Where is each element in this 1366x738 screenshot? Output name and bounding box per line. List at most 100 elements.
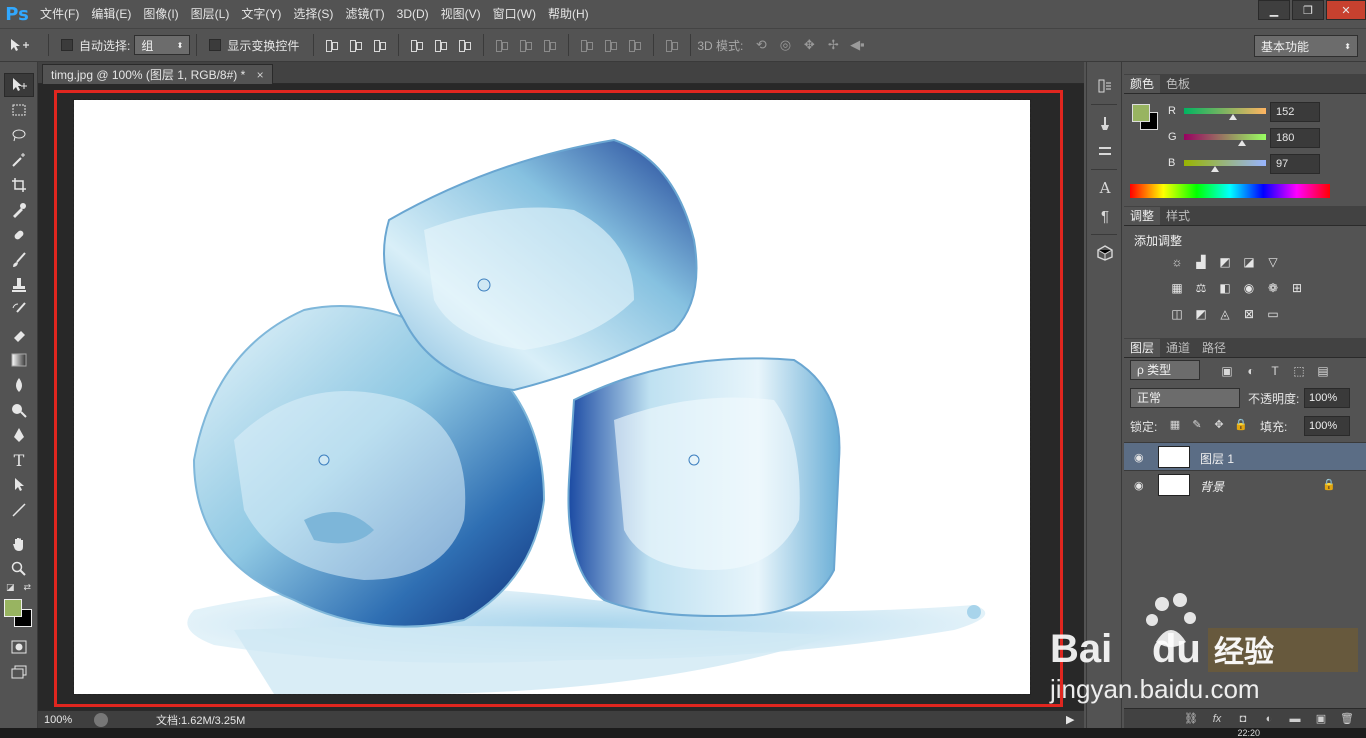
- filter-smart-object-icon[interactable]: ▤: [1316, 364, 1330, 378]
- default-colors-icon[interactable]: ◪: [6, 582, 15, 593]
- filter-type-icon[interactable]: T: [1268, 364, 1282, 378]
- path-selection-tool-icon[interactable]: [4, 473, 34, 497]
- history-panel-icon[interactable]: [1091, 74, 1119, 98]
- scale-3d-icon[interactable]: ◀▪: [848, 38, 866, 52]
- tab-styles[interactable]: 样式: [1160, 207, 1196, 225]
- curves-icon[interactable]: ◩: [1216, 254, 1234, 270]
- tab-swatches[interactable]: 色板: [1160, 75, 1196, 93]
- tab-channels[interactable]: 通道: [1160, 339, 1196, 357]
- channel-mixer-icon[interactable]: ❁: [1264, 280, 1282, 296]
- filter-adjustment-icon[interactable]: ◐: [1244, 364, 1258, 378]
- gradient-map-triangle-icon[interactable]: ▽: [1264, 254, 1282, 270]
- restore-button[interactable]: ❐: [1292, 0, 1324, 20]
- rotate-3d-icon[interactable]: ⟲: [752, 38, 770, 52]
- color-spectrum-bar[interactable]: [1130, 184, 1330, 198]
- green-slider-track[interactable]: [1184, 134, 1266, 140]
- lock-image-pixels-icon[interactable]: ✎: [1190, 418, 1204, 432]
- ice-cubes-image[interactable]: [73, 99, 1031, 695]
- menu-type[interactable]: 文字(Y): [235, 0, 287, 28]
- status-menu-arrow-icon[interactable]: ▶: [1066, 713, 1084, 726]
- clone-source-icon[interactable]: [1091, 139, 1119, 163]
- healing-brush-tool-icon[interactable]: [4, 223, 34, 247]
- menu-edit[interactable]: 编辑(E): [85, 0, 137, 28]
- distribute-right-icon[interactable]: [628, 38, 642, 52]
- menu-select[interactable]: 选择(S): [287, 0, 339, 28]
- zoom-field[interactable]: 100%: [38, 714, 86, 726]
- move-tool-icon[interactable]: [4, 73, 34, 97]
- align-vertical-center-icon[interactable]: [349, 38, 363, 52]
- tab-paths[interactable]: 路径: [1196, 339, 1232, 357]
- red-value-field[interactable]: 152: [1270, 102, 1320, 122]
- threshold-icon[interactable]: ◬: [1216, 306, 1234, 322]
- photo-filter-icon[interactable]: ◉: [1240, 280, 1258, 296]
- move-tool-preset-icon[interactable]: [0, 38, 42, 52]
- quick-mask-icon[interactable]: [4, 635, 34, 659]
- brightness-contrast-icon[interactable]: ☼: [1168, 254, 1186, 270]
- pan-3d-icon[interactable]: ✥: [800, 38, 818, 52]
- lock-transparent-pixels-icon[interactable]: ▦: [1168, 418, 1182, 432]
- lock-position-icon[interactable]: ✥: [1212, 418, 1226, 432]
- close-icon[interactable]: ×: [257, 68, 264, 82]
- menu-window[interactable]: 窗口(W): [487, 0, 542, 28]
- paragraph-panel-icon[interactable]: ¶: [1091, 204, 1119, 228]
- dodge-tool-icon[interactable]: [4, 398, 34, 422]
- color-lookup-icon[interactable]: ⊞: [1288, 280, 1306, 296]
- auto-select-dropdown[interactable]: 组 ⬍: [134, 35, 191, 55]
- tab-layers[interactable]: 图层: [1124, 339, 1161, 357]
- filter-pixel-icon[interactable]: ▣: [1220, 364, 1234, 378]
- canvas-area[interactable]: [38, 84, 1084, 710]
- layer-row[interactable]: ◉ 背景 🔒: [1124, 470, 1366, 498]
- history-brush-tool-icon[interactable]: [4, 298, 34, 322]
- new-group-icon[interactable]: ▬: [1286, 713, 1304, 725]
- opacity-field[interactable]: 100%: [1304, 388, 1350, 408]
- menu-file[interactable]: 文件(F): [34, 0, 85, 28]
- layer-row[interactable]: ◉ 图层 1: [1124, 442, 1366, 470]
- align-horizontal-center-icon[interactable]: [434, 38, 448, 52]
- hue-saturation-icon[interactable]: ▦: [1168, 280, 1186, 296]
- minimize-button[interactable]: ▁: [1258, 0, 1290, 20]
- marquee-tool-icon[interactable]: [4, 98, 34, 122]
- 3d-panel-icon[interactable]: [1091, 241, 1119, 265]
- brush-tool-icon[interactable]: [4, 248, 34, 272]
- roll-3d-icon[interactable]: ◎: [776, 38, 794, 52]
- blend-mode-dropdown[interactable]: 正常: [1130, 388, 1240, 408]
- eye-icon[interactable]: ◉: [1134, 451, 1144, 464]
- menu-help[interactable]: 帮助(H): [542, 0, 595, 28]
- eye-icon[interactable]: ◉: [1134, 479, 1144, 492]
- auto-align-layers-icon[interactable]: [665, 38, 679, 52]
- green-slider-thumb[interactable]: [1237, 140, 1246, 146]
- link-layers-icon[interactable]: ⛓: [1182, 712, 1200, 725]
- brush-presets-icon[interactable]: [1091, 111, 1119, 135]
- tab-adjustments[interactable]: 调整: [1124, 207, 1161, 225]
- menu-view[interactable]: 视图(V): [435, 0, 487, 28]
- distribute-left-icon[interactable]: [580, 38, 594, 52]
- new-layer-icon[interactable]: ▣: [1312, 712, 1330, 725]
- zoom-tool-icon[interactable]: [4, 557, 34, 581]
- show-transform-checkbox[interactable]: [209, 39, 222, 51]
- lock-all-icon[interactable]: 🔒: [1234, 418, 1248, 432]
- dock-grip[interactable]: [1087, 62, 1121, 70]
- lasso-tool-icon[interactable]: [4, 123, 34, 147]
- exposure-icon[interactable]: ◪: [1240, 254, 1258, 270]
- green-value-field[interactable]: 180: [1270, 128, 1320, 148]
- eyedropper-tool-icon[interactable]: [4, 198, 34, 222]
- fx-icon[interactable]: fx: [1208, 713, 1226, 725]
- menu-layer[interactable]: 图层(L): [185, 0, 236, 28]
- pen-tool-icon[interactable]: [4, 423, 34, 447]
- menu-3d[interactable]: 3D(D): [391, 0, 435, 28]
- close-window-button[interactable]: ✕: [1326, 0, 1366, 20]
- distribute-bottom-icon[interactable]: [543, 38, 557, 52]
- color-balance-icon[interactable]: ⚖: [1192, 280, 1210, 296]
- gradient-tool-icon[interactable]: [4, 348, 34, 372]
- foreground-color-swatch[interactable]: [4, 599, 22, 617]
- distribute-top-icon[interactable]: [495, 38, 509, 52]
- gradient-map-icon[interactable]: ▭: [1264, 306, 1282, 322]
- hand-tool-icon[interactable]: [4, 532, 34, 556]
- fill-field[interactable]: 100%: [1304, 416, 1350, 436]
- invert-icon[interactable]: ◫: [1168, 306, 1186, 322]
- screen-mode-icon[interactable]: [4, 660, 34, 684]
- new-adjustment-layer-icon[interactable]: ◐: [1260, 713, 1278, 725]
- auto-select-checkbox[interactable]: [61, 39, 73, 51]
- type-tool-icon[interactable]: T: [4, 448, 34, 472]
- align-top-icon[interactable]: [325, 38, 339, 52]
